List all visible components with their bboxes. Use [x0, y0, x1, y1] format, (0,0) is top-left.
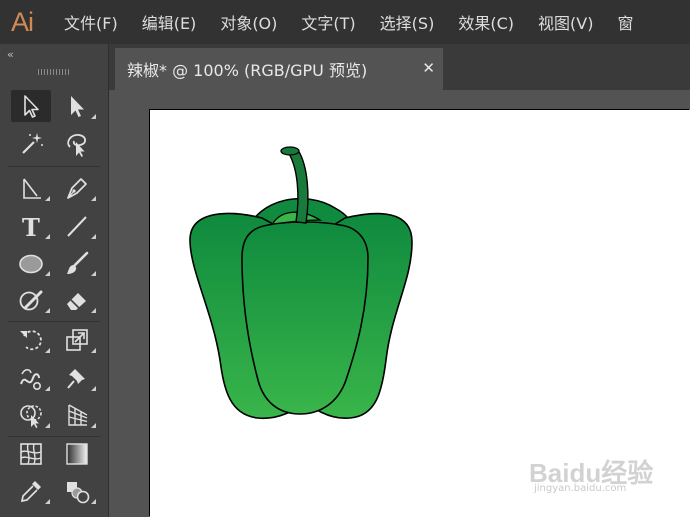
- tool-separator: [8, 321, 100, 322]
- selection-arrow-icon: [24, 95, 39, 118]
- app-logo: Ai: [10, 6, 34, 37]
- flyout-indicator: [45, 196, 50, 201]
- menu-edit[interactable]: 编辑(E): [142, 10, 209, 34]
- flyout-indicator: [45, 386, 50, 391]
- perspective-grid-icon: [68, 404, 88, 426]
- svg-text:T: T: [22, 213, 40, 242]
- shape-builder-icon: [20, 405, 42, 428]
- line-segment-tool[interactable]: [57, 210, 97, 242]
- type-icon: T: [22, 213, 40, 242]
- rotate-icon: [20, 330, 42, 351]
- direct-selection-tool[interactable]: [57, 90, 97, 122]
- shaper-icon: [19, 290, 43, 311]
- flyout-indicator: [45, 423, 50, 428]
- watermark-url: jingyan.baidu.com: [534, 483, 627, 494]
- document-tab-title: 辣椒* @ 100% (RGB/GPU 预览): [127, 61, 368, 80]
- menu-items: 文件(F) 编辑(E) 对象(O) 文字(T) 选择(S) 效果(C) 视图(V…: [64, 10, 657, 34]
- paintbrush-icon: [67, 251, 89, 274]
- eyedropper-icon: [20, 481, 41, 503]
- paintbrush-tool[interactable]: [57, 247, 97, 279]
- pen-tool[interactable]: [57, 172, 97, 204]
- lasso-tool[interactable]: [57, 128, 97, 160]
- document-tab-strip: 辣椒* @ 100% (RGB/GPU 预览) ✕: [109, 44, 690, 90]
- flyout-indicator: [45, 348, 50, 353]
- flyout-indicator: [45, 234, 50, 239]
- shaper-tool[interactable]: [11, 284, 51, 316]
- flyout-indicator: [91, 234, 96, 239]
- magic-wand-icon: [22, 133, 43, 154]
- document-tab[interactable]: 辣椒* @ 100% (RGB/GPU 预览) ✕: [115, 48, 443, 90]
- flyout-indicator: [91, 499, 96, 504]
- scale-icon: [66, 329, 88, 351]
- pen-icon: [67, 178, 87, 199]
- baidu-jingyan-watermark: Baidu经验: [529, 458, 653, 488]
- pepper-stem-tip: [280, 146, 300, 156]
- flyout-indicator: [91, 386, 96, 391]
- mesh-tool[interactable]: [11, 438, 51, 470]
- menu-bar: Ai 文件(F) 编辑(E) 对象(O) 文字(T) 选择(S) 效果(C) 视…: [0, 0, 690, 44]
- menu-window[interactable]: 窗: [617, 10, 645, 34]
- ellipse-icon: [19, 254, 43, 274]
- blend-tool[interactable]: [57, 475, 97, 507]
- rotate-tool[interactable]: [11, 324, 51, 356]
- eyedropper-tool[interactable]: [11, 475, 51, 507]
- tool-separator: [8, 166, 100, 167]
- flyout-indicator: [91, 196, 96, 201]
- gradient-icon: [66, 443, 88, 465]
- pen-anchor-icon: [23, 178, 41, 199]
- perspective-grid-tool[interactable]: [57, 399, 97, 431]
- flyout-indicator: [91, 348, 96, 353]
- shape-builder-tool[interactable]: [11, 399, 51, 431]
- tool-separator: [8, 436, 100, 437]
- scale-tool[interactable]: [57, 324, 97, 356]
- menu-effect[interactable]: 效果(C): [458, 10, 526, 34]
- flyout-indicator: [45, 308, 50, 313]
- flyout-indicator: [45, 271, 50, 276]
- flyout-indicator: [91, 308, 96, 313]
- type-tool[interactable]: T: [11, 210, 51, 242]
- menu-file[interactable]: 文件(F): [64, 10, 130, 34]
- tools-panel: ‹‹ T: [0, 44, 109, 517]
- gradient-tool[interactable]: [57, 438, 97, 470]
- menu-select[interactable]: 选择(S): [380, 10, 447, 34]
- eraser-icon: [67, 293, 86, 310]
- flyout-indicator: [91, 423, 96, 428]
- line-segment-icon: [67, 216, 87, 237]
- panel-grip[interactable]: [38, 69, 70, 75]
- warp-tool[interactable]: [11, 362, 51, 394]
- warp-icon: [20, 368, 41, 390]
- panel-collapse-icon[interactable]: ‹‹: [7, 48, 14, 61]
- blend-icon: [67, 482, 90, 504]
- selection-tool[interactable]: [11, 90, 51, 122]
- menu-object[interactable]: 对象(O): [220, 10, 289, 34]
- flyout-indicator: [45, 499, 50, 504]
- mesh-icon: [20, 443, 42, 465]
- direct-selection-arrow-icon: [71, 96, 84, 117]
- lasso-icon: [67, 134, 87, 157]
- magic-wand-tool[interactable]: [11, 128, 51, 160]
- puppet-warp-tool[interactable]: [57, 362, 97, 394]
- eraser-tool[interactable]: [57, 284, 97, 316]
- anchor-point-tool[interactable]: [11, 172, 51, 204]
- flyout-indicator: [91, 271, 96, 276]
- pin-icon: [67, 369, 85, 389]
- close-tab-icon[interactable]: ✕: [422, 59, 435, 77]
- ellipse-tool[interactable]: [11, 247, 51, 279]
- menu-type[interactable]: 文字(T): [301, 10, 367, 34]
- menu-view[interactable]: 视图(V): [538, 10, 605, 34]
- flyout-indicator: [91, 114, 96, 119]
